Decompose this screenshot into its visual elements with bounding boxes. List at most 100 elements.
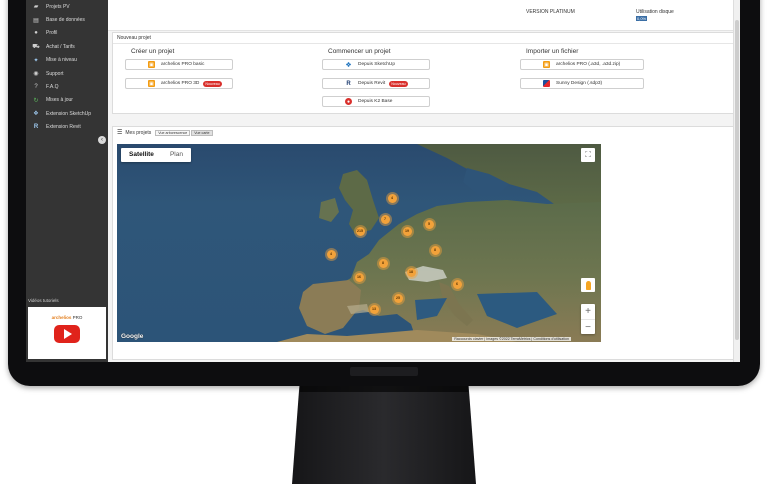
sidebar-item-label: Extension Revit <box>46 124 81 131</box>
sidebar: ▰ Projets PV ▤ Base de données ● Profil ⛟ Ac… <box>26 0 108 362</box>
button-label: Depuis SketchUp <box>358 62 396 67</box>
start-project-title: Commencer un projet <box>328 48 391 55</box>
map-cluster[interactable]: 13 <box>369 304 379 314</box>
tutorials-label: Vidéos tutoriels <box>28 298 59 303</box>
archelios-icon: ▣ <box>148 80 155 87</box>
import-sunny-design-button[interactable]: Sunny Design (.sdp3) <box>520 78 644 89</box>
from-k2-button[interactable]: ● Depuis K2 Base <box>322 96 430 107</box>
sidebar-item-projets[interactable]: ▰ Projets PV <box>26 0 108 13</box>
fullscreen-icon[interactable]: ⛶ <box>581 148 595 162</box>
tutorial-video[interactable]: archelios PRO <box>28 307 106 359</box>
sidebar-item-label: Mise à niveau <box>46 57 77 64</box>
button-label: Depuis K2 Base <box>358 99 393 104</box>
button-label: archelios PRO basic <box>161 62 205 67</box>
top-bar: VERSION PLATINUM Utilisation disque 0,0% <box>108 0 740 31</box>
sidebar-item-mise-a-niveau[interactable]: ✦ Mise à niveau <box>26 54 108 67</box>
stand-shadow <box>300 386 468 392</box>
map-type-plan[interactable]: Plan <box>162 148 191 162</box>
sidebar-item-label: Projets PV <box>46 3 70 10</box>
map-cluster[interactable]: 16 <box>354 272 364 282</box>
map-cluster[interactable]: 6 <box>452 279 462 289</box>
page-scrollbar[interactable] <box>733 0 740 362</box>
map-cluster[interactable]: 215 <box>355 226 365 236</box>
zoom-control: + − <box>581 304 595 334</box>
create-3d-button[interactable]: ▣ archelios PRO 3D Nouveau <box>125 78 233 89</box>
button-label: archelios PRO (.a3d, .a3d.zip) <box>556 62 621 67</box>
map-view[interactable]: Satellite Plan ⛶ 4 7 5 215 19 8 4 8 18 1… <box>117 144 601 342</box>
map-cluster[interactable]: 8 <box>378 258 388 268</box>
map-cluster[interactable]: 19 <box>402 226 412 236</box>
map-type-satellite[interactable]: Satellite <box>121 148 162 162</box>
my-projects-title: Mes projets <box>125 129 152 136</box>
sidebar-item-mises-a-jour[interactable]: ↻ Mises à jour <box>26 94 108 107</box>
sidebar-item-achat[interactable]: ⛟ Achat / Tarifs <box>26 40 108 53</box>
import-archelios-button[interactable]: ▣ archelios PRO (.a3d, .a3d.zip) <box>520 59 644 70</box>
new-badge: Nouveau <box>389 80 408 87</box>
version-label: VERSION PLATINUM <box>526 9 575 15</box>
archelios-icon: ▣ <box>543 61 550 68</box>
sma-icon <box>543 80 550 87</box>
sidebar-item-label: Achat / Tarifs <box>46 43 75 50</box>
new-project-title: Nouveau projet <box>113 33 735 44</box>
zoom-in-button[interactable]: + <box>581 304 595 320</box>
button-label: archelios PRO 3D <box>161 81 200 86</box>
sidebar-item-label: Base de données <box>46 17 85 24</box>
google-logo: Google <box>121 333 144 340</box>
refresh-icon: ↻ <box>33 97 39 104</box>
user-icon: ● <box>34 30 38 37</box>
screen: ▰ Projets PV ▤ Base de données ● Profil ⛟ Ac… <box>26 0 740 362</box>
tab-map-view[interactable]: Vue carte <box>191 129 213 136</box>
zoom-out-button[interactable]: − <box>581 320 595 335</box>
new-badge: Nouveau <box>203 80 222 87</box>
map-cluster[interactable]: 4 <box>387 193 397 203</box>
map-cluster[interactable]: 18 <box>406 267 416 277</box>
sidebar-item-label: Extension SketchUp <box>46 110 92 117</box>
my-projects-panel: ☰ Mes projets Vue arborescence Vue carte <box>112 126 736 360</box>
new-project-panel: Nouveau projet Créer un projet ▣ archeli… <box>112 32 736 114</box>
sidebar-item-revit[interactable]: R Extension Revit <box>26 121 108 134</box>
from-revit-button[interactable]: R Depuis Revit Nouveau <box>322 78 430 89</box>
lifebuoy-icon: ◉ <box>33 71 39 78</box>
sidebar-item-support[interactable]: ◉ Support <box>26 67 108 80</box>
map-cluster[interactable]: 4 <box>326 249 336 259</box>
my-projects-header: ☰ Mes projets Vue arborescence Vue carte <box>117 129 213 136</box>
folder-icon: ▰ <box>33 4 39 11</box>
main-content: VERSION PLATINUM Utilisation disque 0,0%… <box>108 0 740 362</box>
youtube-play-icon[interactable] <box>54 325 80 343</box>
button-label: Depuis Revit <box>358 81 386 86</box>
sidebar-item-profil[interactable]: ● Profil <box>26 27 108 40</box>
from-sketchup-button[interactable]: ❖ Depuis SketchUp <box>322 59 430 70</box>
map-attribution[interactable]: Raccourcis clavier | Images ©2022 TerraM… <box>452 337 571 341</box>
sidebar-item-label: F.A.Q <box>46 84 59 91</box>
database-icon: ▤ <box>33 17 39 24</box>
k2-icon: ● <box>345 98 352 105</box>
sketchup-icon: ❖ <box>33 111 39 118</box>
create-basic-button[interactable]: ▣ archelios PRO basic <box>125 59 233 70</box>
archelios-logo: archelios PRO <box>51 315 83 320</box>
map-cluster[interactable]: 7 <box>380 214 390 224</box>
map-cluster[interactable]: 5 <box>424 219 434 229</box>
revit-icon: R <box>33 124 39 131</box>
sidebar-item-faq[interactable]: ? F.A.Q <box>26 80 108 93</box>
tab-tree-view[interactable]: Vue arborescence <box>155 129 191 136</box>
map-cluster[interactable]: 8 <box>430 245 440 255</box>
archelios-icon: ▣ <box>148 61 155 68</box>
import-file-title: Importer un fichier <box>526 48 579 55</box>
street-view-pegman-icon[interactable] <box>581 278 595 292</box>
create-project-title: Créer un projet <box>131 48 175 55</box>
map-type-control: Satellite Plan <box>121 148 191 162</box>
sidebar-collapse-button[interactable]: ‹ <box>98 136 106 144</box>
sidebar-item-label: Profil <box>46 30 58 37</box>
sketchup-icon: ❖ <box>345 61 352 69</box>
disk-usage-badge: 0,0% <box>636 16 648 21</box>
sidebar-item-sketchup[interactable]: ❖ Extension SketchUp <box>26 107 108 120</box>
revit-icon: R <box>346 80 351 87</box>
map-cluster[interactable]: 25 <box>393 293 403 303</box>
sidebar-item-base[interactable]: ▤ Base de données <box>26 13 108 26</box>
sidebar-item-label: Support <box>46 70 64 77</box>
sidebar-nav: ▰ Projets PV ▤ Base de données ● Profil ⛟ Ac… <box>26 0 108 134</box>
question-icon: ? <box>34 84 38 91</box>
button-label: Sunny Design (.sdp3) <box>556 81 603 86</box>
sidebar-item-label: Mises à jour <box>46 97 73 104</box>
satellite-terrain <box>277 144 601 342</box>
